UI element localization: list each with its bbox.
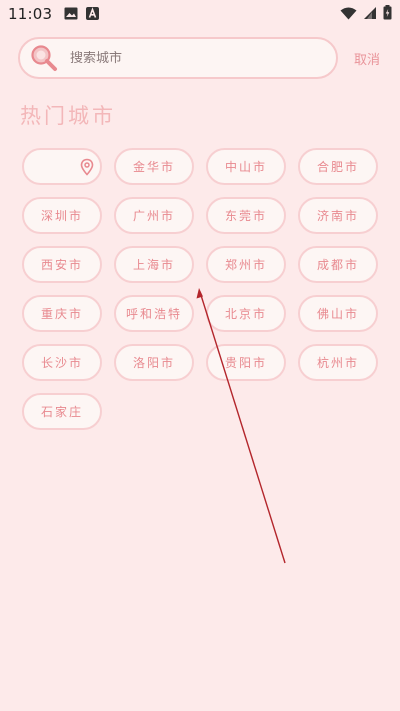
wifi-icon bbox=[340, 5, 357, 24]
city-button[interactable]: 金华市 bbox=[114, 148, 194, 185]
search-input[interactable] bbox=[70, 50, 300, 66]
city-button[interactable]: 石家庄 bbox=[22, 393, 102, 430]
city-button[interactable]: 中山市 bbox=[206, 148, 286, 185]
status-time: 11:03 bbox=[8, 5, 53, 23]
city-button[interactable]: 合肥市 bbox=[298, 148, 378, 185]
city-button[interactable]: 东莞市 bbox=[206, 197, 286, 234]
city-button[interactable]: 北京市 bbox=[206, 295, 286, 332]
city-button[interactable]: 呼和浩特 bbox=[114, 295, 194, 332]
hot-cities-title: 热门城市 bbox=[20, 104, 116, 128]
city-button[interactable]: 洛阳市 bbox=[114, 344, 194, 381]
city-button[interactable]: 广州市 bbox=[114, 197, 194, 234]
battery-icon bbox=[383, 4, 392, 24]
city-button[interactable]: 佛山市 bbox=[298, 295, 378, 332]
cancel-button[interactable]: 取消 bbox=[354, 49, 380, 68]
image-icon bbox=[64, 5, 78, 24]
hot-cities-grid: 金华市 中山市 合肥市 深圳市 广州市 东莞市 济南市 西安市 上海市 郑州市 … bbox=[22, 148, 378, 430]
status-bar: 11:03 bbox=[0, 0, 400, 28]
city-button[interactable]: 济南市 bbox=[298, 197, 378, 234]
city-button[interactable]: 成都市 bbox=[298, 246, 378, 283]
city-button[interactable]: 西安市 bbox=[22, 246, 102, 283]
search-icon bbox=[30, 44, 58, 72]
city-button[interactable]: 杭州市 bbox=[298, 344, 378, 381]
city-button[interactable]: 郑州市 bbox=[206, 246, 286, 283]
search-box[interactable] bbox=[18, 37, 338, 79]
city-button[interactable]: 深圳市 bbox=[22, 197, 102, 234]
current-location-button[interactable] bbox=[22, 148, 102, 185]
city-button[interactable]: 长沙市 bbox=[22, 344, 102, 381]
city-picker-screen: 11:03 搜索城市 取消 热门城市 金华市 中山市 合肥市 深圳市 广州市 东… bbox=[0, 0, 400, 711]
city-button[interactable]: 上海市 bbox=[114, 246, 194, 283]
a-badge-icon bbox=[86, 5, 100, 24]
city-button[interactable]: 重庆市 bbox=[22, 295, 102, 332]
location-pin-icon bbox=[78, 158, 96, 176]
city-button[interactable]: 贵阳市 bbox=[206, 344, 286, 381]
signal-icon bbox=[363, 5, 377, 24]
